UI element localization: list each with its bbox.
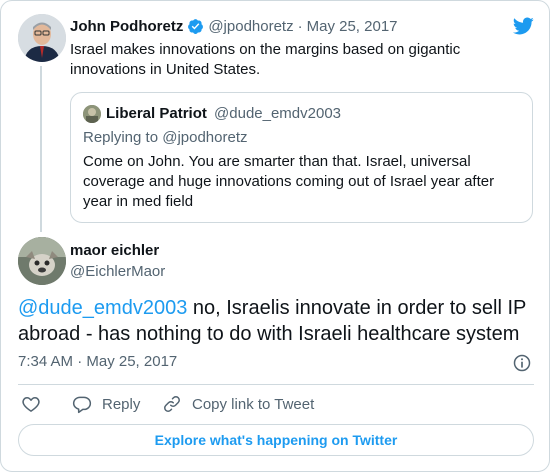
- author-handle[interactable]: @jpodhoretz: [208, 18, 293, 35]
- verified-badge-icon: [188, 19, 204, 34]
- replying-to: Replying to @jpodhoretz: [83, 129, 248, 146]
- avatar[interactable]: [18, 14, 66, 62]
- author-name[interactable]: maor eichler: [70, 242, 159, 259]
- thread-line: [40, 66, 42, 232]
- reply-label: Reply: [102, 395, 141, 413]
- author-name[interactable]: John Podhoretz: [70, 18, 183, 35]
- tweet-date[interactable]: May 25, 2017: [307, 18, 398, 35]
- mention-link[interactable]: @dude_emdv2003: [18, 297, 187, 319]
- twitter-bird-icon[interactable]: [511, 15, 535, 37]
- info-icon[interactable]: [512, 353, 532, 373]
- parent-tweet-text: Israel makes innovations on the margins …: [70, 41, 461, 78]
- author-handle[interactable]: @EichlerMaor: [70, 263, 165, 280]
- link-icon: [164, 396, 180, 412]
- avatar[interactable]: [18, 237, 66, 285]
- separator: ·: [297, 18, 303, 35]
- heart-icon: [22, 397, 40, 412]
- reply-button[interactable]: Reply: [72, 394, 140, 414]
- explore-button[interactable]: Explore what's happening on Twitter: [18, 424, 534, 456]
- avatar: [83, 105, 101, 123]
- reply-icon: [72, 396, 92, 414]
- embedded-tweet-card: John Podhoretz @jpodhoretz · May 25, 201…: [0, 0, 550, 472]
- divider: [18, 384, 534, 385]
- tweet-actions: Reply Copy link to Tweet: [18, 394, 538, 414]
- quoted-tweet[interactable]: Liberal Patriot @dude_emdv2003 Replying …: [70, 92, 533, 223]
- like-button[interactable]: [21, 394, 41, 414]
- author-handle: @dude_emdv2003: [214, 105, 342, 122]
- author-name: Liberal Patriot: [106, 105, 207, 122]
- quoted-tweet-header: Liberal Patriot @dude_emdv2003: [106, 105, 341, 122]
- tweet-text: @dude_emdv2003 no, Israelis innovate in …: [18, 295, 538, 347]
- tweet-timestamp[interactable]: 7:34 AM · May 25, 2017: [18, 353, 177, 370]
- quoted-tweet-text: Come on John. You are smarter than that.…: [83, 153, 495, 210]
- copy-link-label: Copy link to Tweet: [192, 395, 315, 413]
- copy-link-button[interactable]: Copy link to Tweet: [162, 394, 314, 414]
- parent-tweet-header: John Podhoretz @jpodhoretz · May 25, 201…: [70, 18, 398, 35]
